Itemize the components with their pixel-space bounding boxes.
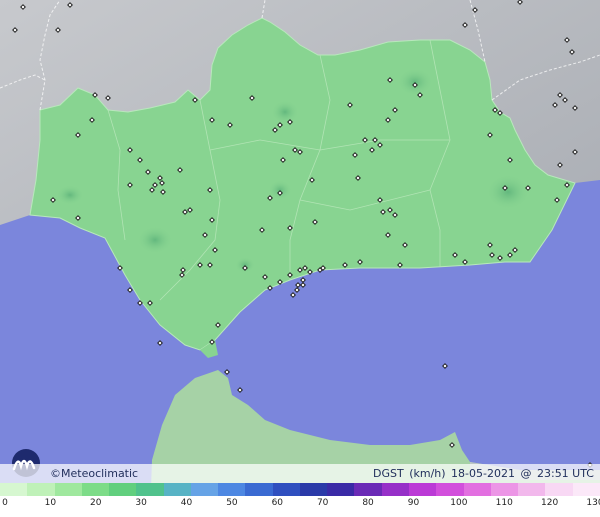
color-scale: 0 10 20 30 40 50 60 70 80 90 100 110 120 130	[0, 483, 600, 517]
variable-label: DGST	[372, 467, 404, 480]
scale-tick-label: 120	[541, 498, 559, 508]
scale-segment	[272, 483, 300, 496]
gust-cell	[486, 174, 530, 210]
scale-tick-label: 30	[135, 498, 147, 508]
at-label: @	[520, 467, 532, 480]
scale-segment	[572, 483, 600, 496]
scale-segment	[109, 483, 137, 496]
scale-segment	[381, 483, 409, 496]
unit-label: (km/h)	[409, 467, 446, 480]
scale-segment	[27, 483, 55, 496]
scale-segment	[545, 483, 573, 496]
scale-tick-label: 40	[180, 498, 193, 508]
scale-tick-label: 70	[316, 498, 329, 508]
scale-tick-label: 60	[271, 498, 284, 508]
scale-segment	[354, 483, 382, 496]
scale-segment	[163, 483, 191, 496]
scale-segment	[190, 483, 219, 496]
scale-segment	[299, 483, 328, 496]
scale-segment	[408, 483, 437, 496]
scale-segment	[136, 483, 164, 496]
scale-tick-label: 110	[495, 498, 513, 508]
scale-segment	[218, 483, 246, 496]
gust-cell	[397, 68, 433, 96]
scale-segment	[245, 483, 273, 496]
scale-tick-label: 0	[2, 498, 8, 508]
scale-segment	[436, 483, 464, 496]
color-scale-bar	[0, 483, 600, 496]
scale-segment	[327, 483, 355, 496]
scale-segment	[81, 483, 110, 496]
scale-tick-label: 10	[44, 498, 57, 508]
product-label: DGST (km/h) 18-05-2021 @ 23:51 UTC	[371, 467, 594, 480]
time-label: 23:51 UTC	[536, 467, 594, 480]
scale-tick-label: 20	[90, 498, 102, 508]
scale-tick-label: 100	[450, 498, 468, 508]
map-canvas[interactable]	[0, 0, 600, 517]
date-label: 18-05-2021	[451, 467, 515, 480]
gust-cell	[271, 100, 299, 124]
brand-label[interactable]: ©Meteoclimatic	[50, 467, 138, 480]
scale-segment	[490, 483, 519, 496]
scale-tick-label: 90	[407, 498, 420, 508]
scale-tick-label: 80	[362, 498, 374, 508]
scale-segment	[518, 483, 546, 496]
gust-cell	[56, 185, 84, 205]
weather-map[interactable]: ©Meteoclimatic DGST (km/h) 18-05-2021 @ …	[0, 0, 600, 517]
color-scale-labels: 0 10 20 30 40 50 60 70 80 90 100 110 120 130	[0, 498, 600, 512]
scale-tick-label: 130	[586, 498, 600, 508]
scale-tick-label: 50	[226, 498, 238, 508]
scale-segment	[463, 483, 491, 496]
scale-segment	[0, 483, 28, 496]
gust-cell	[137, 226, 173, 254]
scale-segment	[54, 483, 82, 496]
